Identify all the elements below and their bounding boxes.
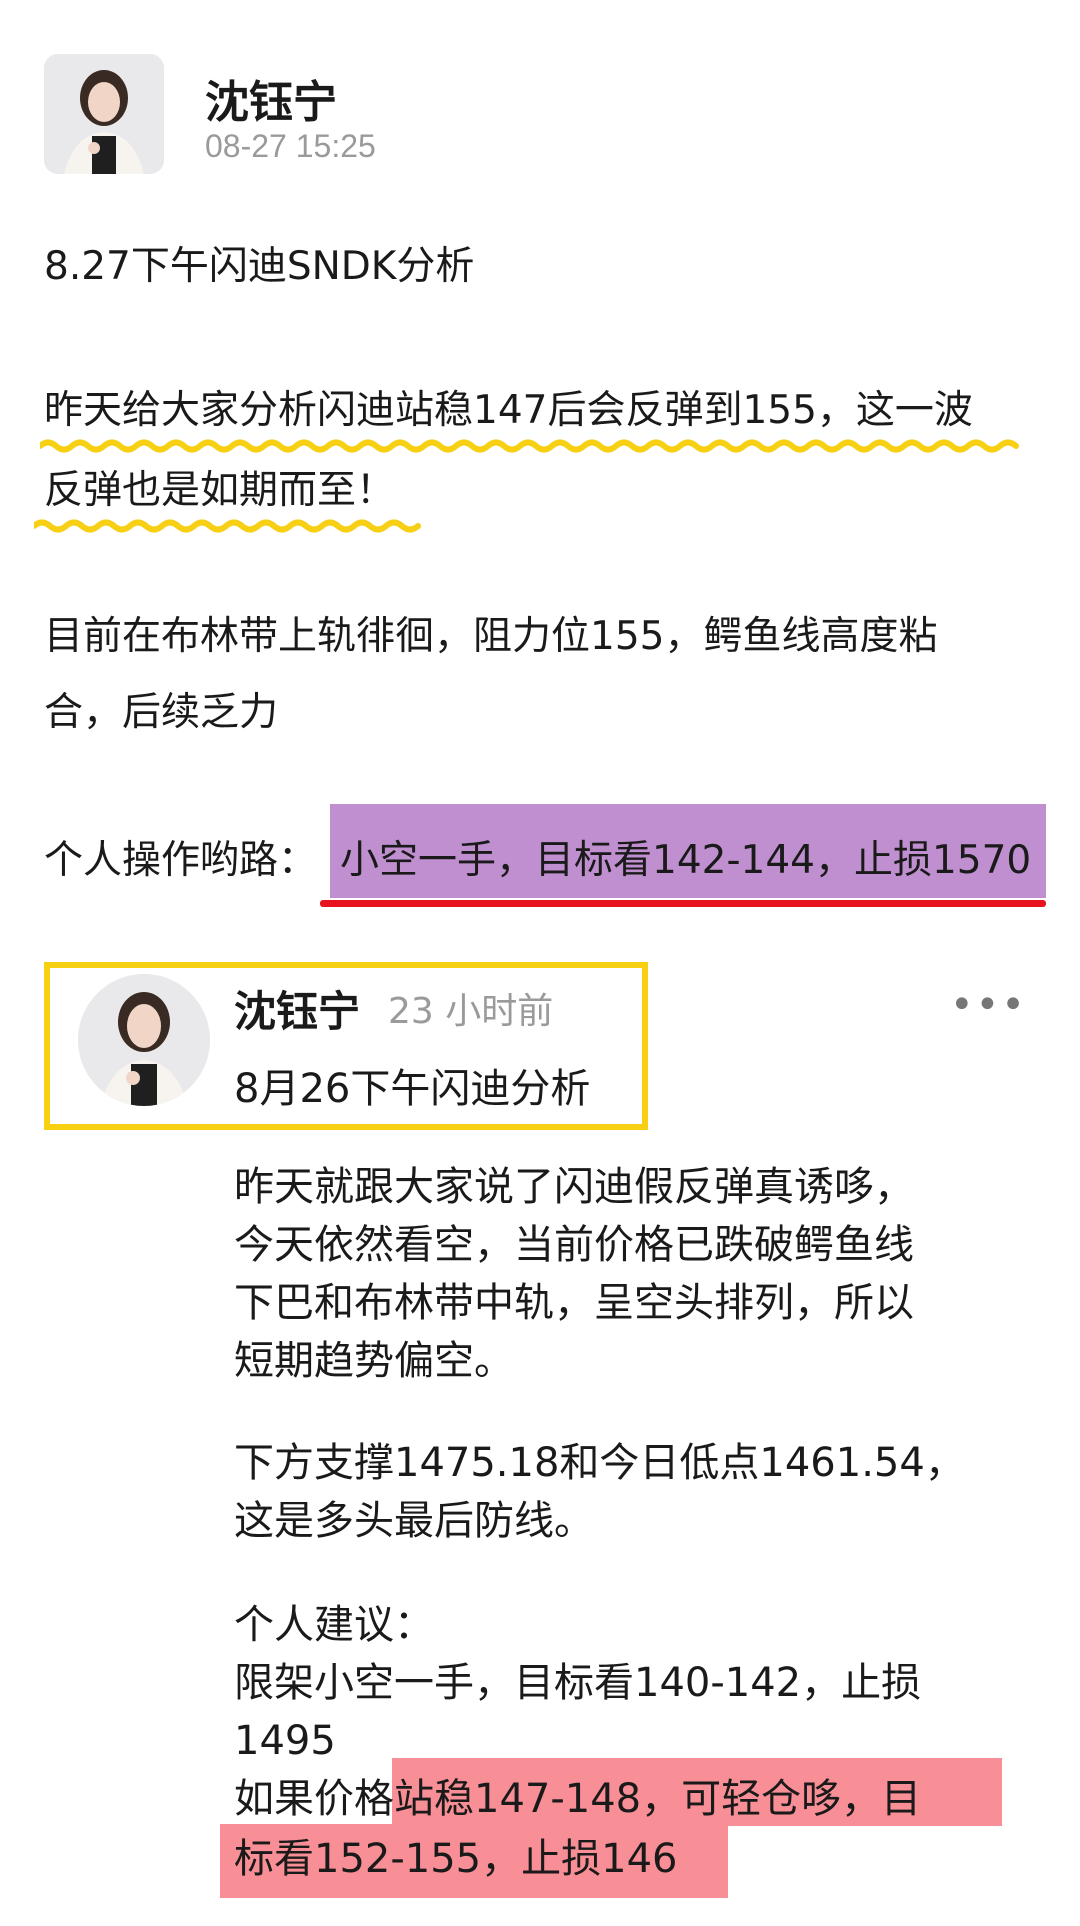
quoted-line-3: 下巴和布林带中轨，呈空头排列，所以: [234, 1280, 914, 1326]
quoted-author-name[interactable]: 沈钰宁: [234, 978, 360, 1039]
more-options-icon[interactable]: •••: [950, 982, 1027, 1028]
wavy-underline-2: [34, 519, 421, 533]
red-underline: [320, 900, 1046, 907]
avatar-image: [44, 54, 164, 174]
quoted-post-time: 23 小时前: [388, 991, 554, 1032]
paragraph-2-line-1: 目前在布林带上轨徘徊，阻力位155，鳄鱼线高度粘: [44, 614, 938, 659]
quoted-avatar-image: [78, 974, 210, 1106]
quoted-author-avatar[interactable]: [78, 974, 210, 1106]
quoted-line-1: 昨天就跟大家说了闪迪假反弹真诱哆，: [234, 1164, 914, 1210]
post-timestamp: 08-27 15:25: [205, 128, 376, 164]
paragraph-1-line-2: 反弹也是如期而至！: [44, 468, 396, 513]
author-avatar[interactable]: [44, 54, 164, 174]
advice-line-4-highlight: 标看152-155，止损146: [234, 1836, 678, 1882]
advice-line-1: 限架小空一手，目标看140-142，止损: [234, 1660, 922, 1706]
post-title: 8.27下午闪迪SNDK分析: [44, 244, 475, 289]
wavy-underline-1: [40, 439, 1019, 453]
paragraph-2-line-2: 合，后续乏力: [44, 690, 279, 735]
advice-line-2: 1495: [234, 1718, 336, 1764]
quoted-line-4: 短期趋势偏空。: [234, 1338, 514, 1384]
advice-line-3-plain: 如果价格: [234, 1776, 394, 1822]
support-line-1: 下方支撑1475.18和今日低点1461.54，: [234, 1440, 965, 1486]
advice-line-3-highlight: 站稳147-148，可轻仓哆，目: [394, 1776, 922, 1822]
paragraph-1-line-1: 昨天给大家分析闪迪站稳147后会反弹到155，这一波: [44, 388, 973, 433]
quoted-line-2: 今天依然看空，当前价格已跌破鳄鱼线: [234, 1222, 914, 1268]
operation-highlight-text: 小空一手，目标看142-144，止损1570: [340, 838, 1032, 883]
support-line-2: 这是多头最后防线。: [234, 1498, 594, 1544]
advice-label: 个人建议：: [234, 1602, 434, 1648]
operation-label: 个人操作哟路：: [44, 838, 318, 883]
author-name[interactable]: 沈钰宁: [205, 66, 337, 130]
quoted-post-title: 8月26下午闪迪分析: [234, 1066, 591, 1112]
